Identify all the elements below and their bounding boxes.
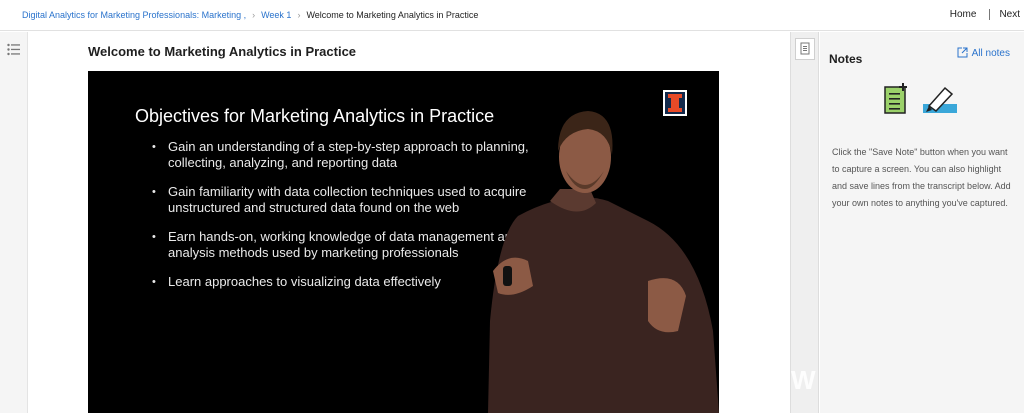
transcript-icon[interactable]: [795, 38, 815, 60]
external-link-icon: [957, 47, 968, 58]
chevron-right-icon: ›: [252, 10, 256, 20]
watermark-letter: W: [791, 365, 816, 395]
breadcrumb: Digital Analytics for Marketing Professi…: [22, 10, 478, 20]
presenter-figure: [488, 111, 719, 413]
breadcrumb-current: Welcome to Marketing Analytics in Practi…: [306, 10, 479, 20]
highlight-icon[interactable]: [921, 84, 959, 121]
notes-panel: Notes All notes Click the "Save Note" bu…: [820, 32, 1024, 413]
list-icon[interactable]: [7, 43, 20, 61]
chevron-right-icon: ›: [297, 10, 301, 20]
video-player[interactable]: Objectives for Marketing Analytics in Pr…: [88, 71, 719, 413]
left-rail: [0, 32, 28, 413]
next-link[interactable]: Next: [999, 9, 1020, 20]
all-notes-link[interactable]: All notes: [957, 47, 1010, 59]
nav-divider: [989, 9, 991, 20]
top-nav: Home Next: [950, 9, 1020, 20]
page-title: Welcome to Marketing Analytics in Practi…: [88, 44, 357, 59]
save-note-icon[interactable]: [884, 83, 910, 120]
notes-help-text: Click the "Save Note" button when you wa…: [832, 147, 1011, 208]
top-bar: Digital Analytics for Marketing Professi…: [0, 0, 1024, 31]
breadcrumb-week-link[interactable]: Week 1: [261, 10, 291, 20]
breadcrumb-course-link[interactable]: Digital Analytics for Marketing Professi…: [22, 10, 246, 20]
all-notes-label: All notes: [971, 48, 1010, 59]
home-link[interactable]: Home: [950, 9, 977, 20]
notes-heading: Notes: [829, 52, 863, 66]
side-strip: W: [790, 32, 819, 413]
